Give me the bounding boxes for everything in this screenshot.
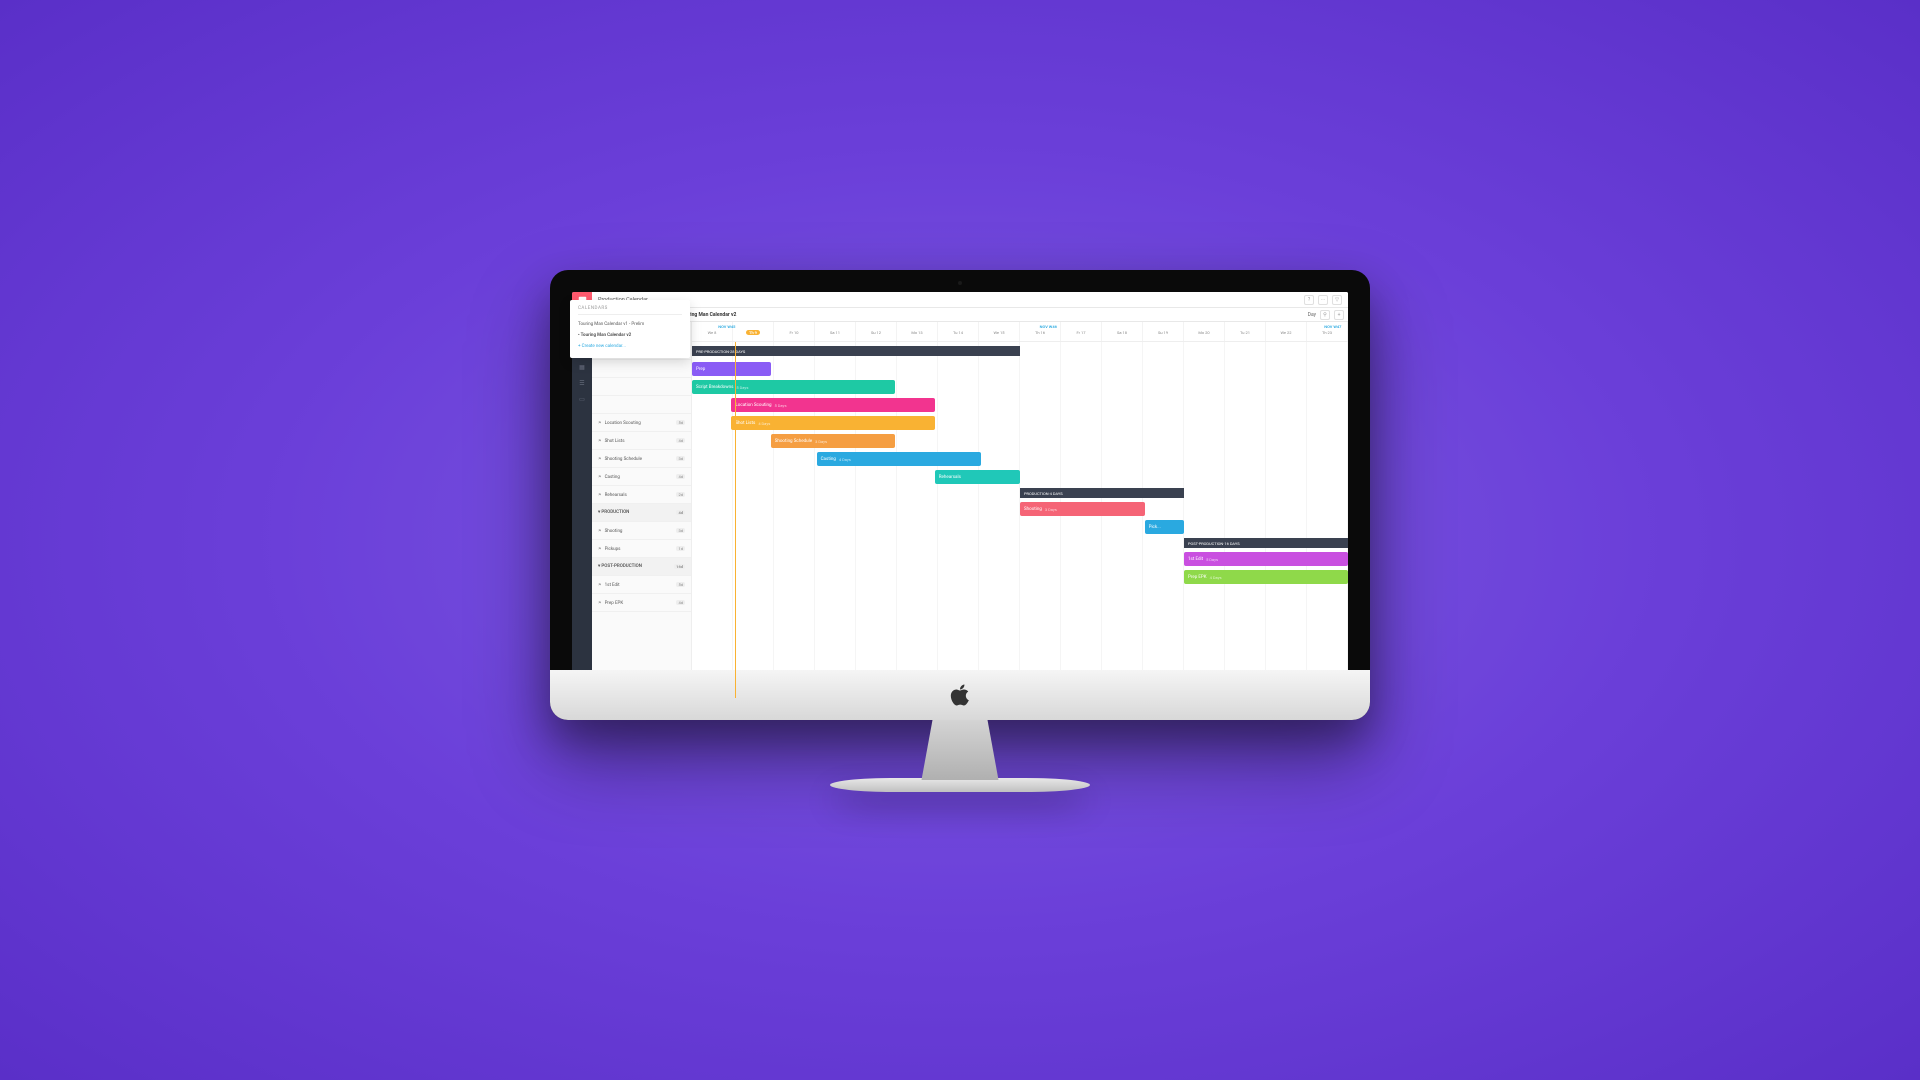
- list-item[interactable]: ⚑Shooting Schedule3d: [592, 450, 691, 468]
- date-col-today: Th 9: [733, 322, 774, 341]
- date-col: Sa 11: [815, 322, 856, 341]
- list-icon[interactable]: ☰: [577, 378, 587, 388]
- calendar-option[interactable]: Touring Man Calendar v1 - Prelim: [578, 319, 682, 330]
- topbar: Production Calendar ? ⋯ ▽: [592, 292, 1348, 308]
- phase-bar[interactable]: POST-PRODUCTION · 16 DAYS: [1184, 538, 1348, 548]
- monitor-stand: [905, 720, 1015, 780]
- list-item[interactable]: [592, 396, 691, 414]
- filter-button[interactable]: ▽: [1332, 295, 1342, 305]
- monitor-base: [830, 778, 1090, 792]
- date-col: Mo 20: [1184, 322, 1225, 341]
- add-button[interactable]: +: [1334, 310, 1344, 320]
- date-col: Fr 17: [1061, 322, 1102, 341]
- list-item[interactable]: ⚑Shooting3d: [592, 522, 691, 540]
- date-col: Sa 18: [1102, 322, 1143, 341]
- list-item[interactable]: [592, 378, 691, 396]
- task-bar-pickups[interactable]: Pick...: [1145, 520, 1184, 534]
- list-item[interactable]: ⚑Pickups1d: [592, 540, 691, 558]
- list-item[interactable]: ⚑Rehearsals2d: [592, 486, 691, 504]
- camera-dot: [958, 281, 962, 285]
- help-button[interactable]: ?: [1304, 295, 1314, 305]
- task-bar-location[interactable]: Location Scouting5 Days: [731, 398, 934, 412]
- date-col: Tu 14: [938, 322, 979, 341]
- list-item[interactable]: ⚑Prep EPK4d: [592, 594, 691, 612]
- group-header[interactable]: ▾ PRODUCTION4d: [592, 504, 691, 522]
- app-screen: ⌂ ⛓ ⬚ ▦ ☰ ▭ Production Calendar ? ⋯ ▽: [572, 292, 1348, 698]
- date-col: Su 12: [856, 322, 897, 341]
- date-col: Fr 10: [774, 322, 815, 341]
- calendar-option-active[interactable]: • Touring Man Calendar v2: [578, 330, 682, 341]
- view-select[interactable]: Day: [1308, 312, 1316, 318]
- calendar-icon[interactable]: ▦: [577, 362, 587, 372]
- task-bar-schedule[interactable]: Shooting Schedule3 Days: [771, 434, 896, 448]
- list-item[interactable]: ⚑Casting4d: [592, 468, 691, 486]
- task-bar-rehearsals[interactable]: Rehearsals: [935, 470, 1020, 484]
- gantt-timeline[interactable]: NOV W45 NOV W46 NOV W47 We 8 Th 9 Fr 10 …: [692, 322, 1348, 698]
- task-sidebar: 52 TOTAL DAYS ⚑Location Scouting5d ⚑Shot…: [592, 322, 692, 698]
- more-button[interactable]: ⋯: [1318, 295, 1328, 305]
- task-bar-prep[interactable]: Prep: [692, 362, 771, 376]
- week-label: NOV W47: [1324, 324, 1341, 329]
- card-icon[interactable]: ▭: [577, 394, 587, 404]
- list-item[interactable]: ⚑Location Scouting5d: [592, 414, 691, 432]
- list-item[interactable]: [592, 360, 691, 378]
- task-bar-edit[interactable]: 1st Edit5 Days: [1184, 552, 1348, 566]
- phase-bar[interactable]: PRODUCTION · 4 DAYS: [1020, 488, 1184, 498]
- search-button[interactable]: ⚲: [1320, 310, 1330, 320]
- date-header: NOV W45 NOV W46 NOV W47 We 8 Th 9 Fr 10 …: [692, 322, 1348, 342]
- monitor-bezel: ⌂ ⛓ ⬚ ▦ ☰ ▭ Production Calendar ? ⋯ ▽: [550, 270, 1370, 720]
- week-label: NOV W45: [718, 324, 735, 329]
- today-indicator: [735, 342, 737, 698]
- dropdown-title: CALENDARS: [578, 306, 682, 315]
- date-col: Mo 13: [897, 322, 938, 341]
- monitor-chin: [550, 670, 1370, 720]
- create-calendar-link[interactable]: + Create new calendar...: [578, 341, 682, 352]
- date-col: Tu 21: [1225, 322, 1266, 341]
- apple-logo-icon: [949, 682, 971, 708]
- list-item[interactable]: ⚑1st Edit5d: [592, 576, 691, 594]
- task-bar-epk[interactable]: Prep EPK4 Days: [1184, 570, 1348, 584]
- group-header[interactable]: ▾ POST-PRODUCTION16d: [592, 558, 691, 576]
- date-col: We 15: [979, 322, 1020, 341]
- task-bar-script[interactable]: Script Breakdowns5 Days: [692, 380, 895, 394]
- calendars-dropdown: CALENDARS Touring Man Calendar v1 - Prel…: [572, 300, 690, 358]
- task-bar-casting[interactable]: Casting4 Days: [817, 452, 981, 466]
- date-col: Su 19: [1143, 322, 1184, 341]
- task-bar-shotlists[interactable]: Shot Lists4 Days: [731, 416, 934, 430]
- date-col: We 22: [1266, 322, 1307, 341]
- toolbar: ⛓ ☆ ⟳ ☰ 58 Events in Touring Man Calenda…: [592, 308, 1348, 322]
- phase-bar[interactable]: PRE-PRODUCTION · 28 DAYS: [692, 346, 1020, 356]
- list-item[interactable]: ⚑Shot Lists4d: [592, 432, 691, 450]
- monitor-mockup: ⌂ ⛓ ⬚ ▦ ☰ ▭ Production Calendar ? ⋯ ▽: [550, 270, 1370, 810]
- task-bar-shooting[interactable]: Shooting3 Days: [1020, 502, 1145, 516]
- week-label: NOV W46: [1040, 324, 1057, 329]
